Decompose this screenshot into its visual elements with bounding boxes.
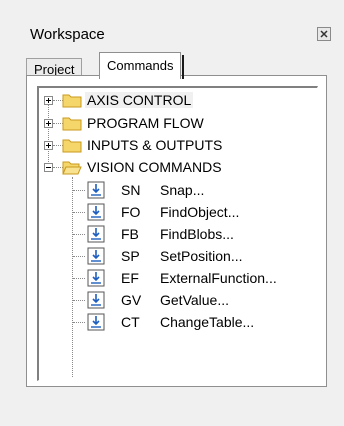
expand-icon[interactable] bbox=[44, 119, 53, 128]
command-name: GetValue... bbox=[160, 292, 230, 308]
command-tree[interactable]: AXIS CONTROL PROGRAM FLOW INPUTS & OUTPU… bbox=[37, 86, 318, 381]
command-name: ExternalFunction... bbox=[160, 270, 277, 286]
command-code: FO bbox=[121, 204, 141, 220]
tree-node-label: INPUTS & OUTPUTS bbox=[87, 137, 223, 153]
tab-commands[interactable]: Commands bbox=[99, 52, 185, 79]
command-code: GV bbox=[121, 292, 142, 308]
tree-node-axis-control[interactable]: AXIS CONTROL bbox=[39, 90, 309, 112]
tab-strip: Project Commands bbox=[26, 52, 326, 79]
command-name: Snap... bbox=[160, 182, 205, 198]
panel-footer bbox=[0, 387, 344, 426]
command-item-findobject[interactable]: FO FindObject... bbox=[39, 201, 309, 223]
close-icon bbox=[320, 30, 328, 38]
command-code: FB bbox=[121, 226, 139, 242]
expand-icon[interactable] bbox=[44, 96, 53, 105]
tree-connector bbox=[73, 190, 85, 192]
tree-node-inputs-outputs[interactable]: INPUTS & OUTPUTS bbox=[39, 135, 309, 157]
workspace-panel: Workspace Project Commands AXIS CONTROL … bbox=[0, 0, 344, 426]
command-icon bbox=[87, 291, 105, 309]
tree-connector bbox=[73, 234, 85, 236]
command-item-getvalue[interactable]: GV GetValue... bbox=[39, 289, 309, 311]
tab-content: AXIS CONTROL PROGRAM FLOW INPUTS & OUTPU… bbox=[26, 75, 327, 387]
tree-node-vision-commands[interactable]: VISION COMMANDS bbox=[39, 157, 309, 179]
command-name: FindBlobs... bbox=[160, 226, 234, 242]
command-name: SetPosition... bbox=[160, 248, 243, 264]
command-name: ChangeTable... bbox=[160, 314, 255, 330]
command-icon bbox=[87, 203, 105, 221]
tree-node-program-flow[interactable]: PROGRAM FLOW bbox=[39, 113, 309, 135]
tab-commands-label: Commands bbox=[107, 58, 174, 73]
command-icon bbox=[87, 225, 105, 243]
folder-icon bbox=[62, 139, 82, 153]
command-code: EF bbox=[121, 270, 139, 286]
workspace-titlebar: Workspace bbox=[4, 4, 340, 56]
command-code: SP bbox=[121, 248, 140, 264]
open-folder-icon bbox=[62, 161, 82, 175]
tree-connector bbox=[73, 256, 85, 258]
tree-node-label: VISION COMMANDS bbox=[87, 159, 222, 175]
expand-icon[interactable] bbox=[44, 141, 53, 150]
tree-connector bbox=[73, 300, 85, 302]
command-item-setposition[interactable]: SP SetPosition... bbox=[39, 245, 309, 267]
command-item-findblobs[interactable]: FB FindBlobs... bbox=[39, 223, 309, 245]
command-icon bbox=[87, 181, 105, 199]
tree-connector bbox=[73, 278, 85, 280]
command-code: SN bbox=[121, 182, 141, 198]
collapse-icon[interactable] bbox=[44, 163, 53, 172]
tree-node-label: AXIS CONTROL bbox=[85, 92, 194, 108]
folder-icon bbox=[62, 94, 82, 108]
window-title: Workspace bbox=[30, 26, 105, 43]
command-item-changetable[interactable]: CT ChangeTable... bbox=[39, 311, 309, 333]
command-item-externalfunction[interactable]: EF ExternalFunction... bbox=[39, 267, 309, 289]
command-code: CT bbox=[121, 314, 140, 330]
folder-icon bbox=[62, 117, 82, 131]
tree-node-label: PROGRAM FLOW bbox=[87, 115, 204, 131]
command-item-snap[interactable]: SN Snap... bbox=[39, 179, 309, 201]
close-button[interactable] bbox=[317, 27, 331, 41]
command-icon bbox=[87, 269, 105, 287]
command-icon bbox=[87, 313, 105, 331]
command-name: FindObject... bbox=[160, 204, 240, 220]
tree-connector bbox=[73, 212, 85, 214]
tree-connector bbox=[73, 322, 85, 324]
command-icon bbox=[87, 247, 105, 265]
